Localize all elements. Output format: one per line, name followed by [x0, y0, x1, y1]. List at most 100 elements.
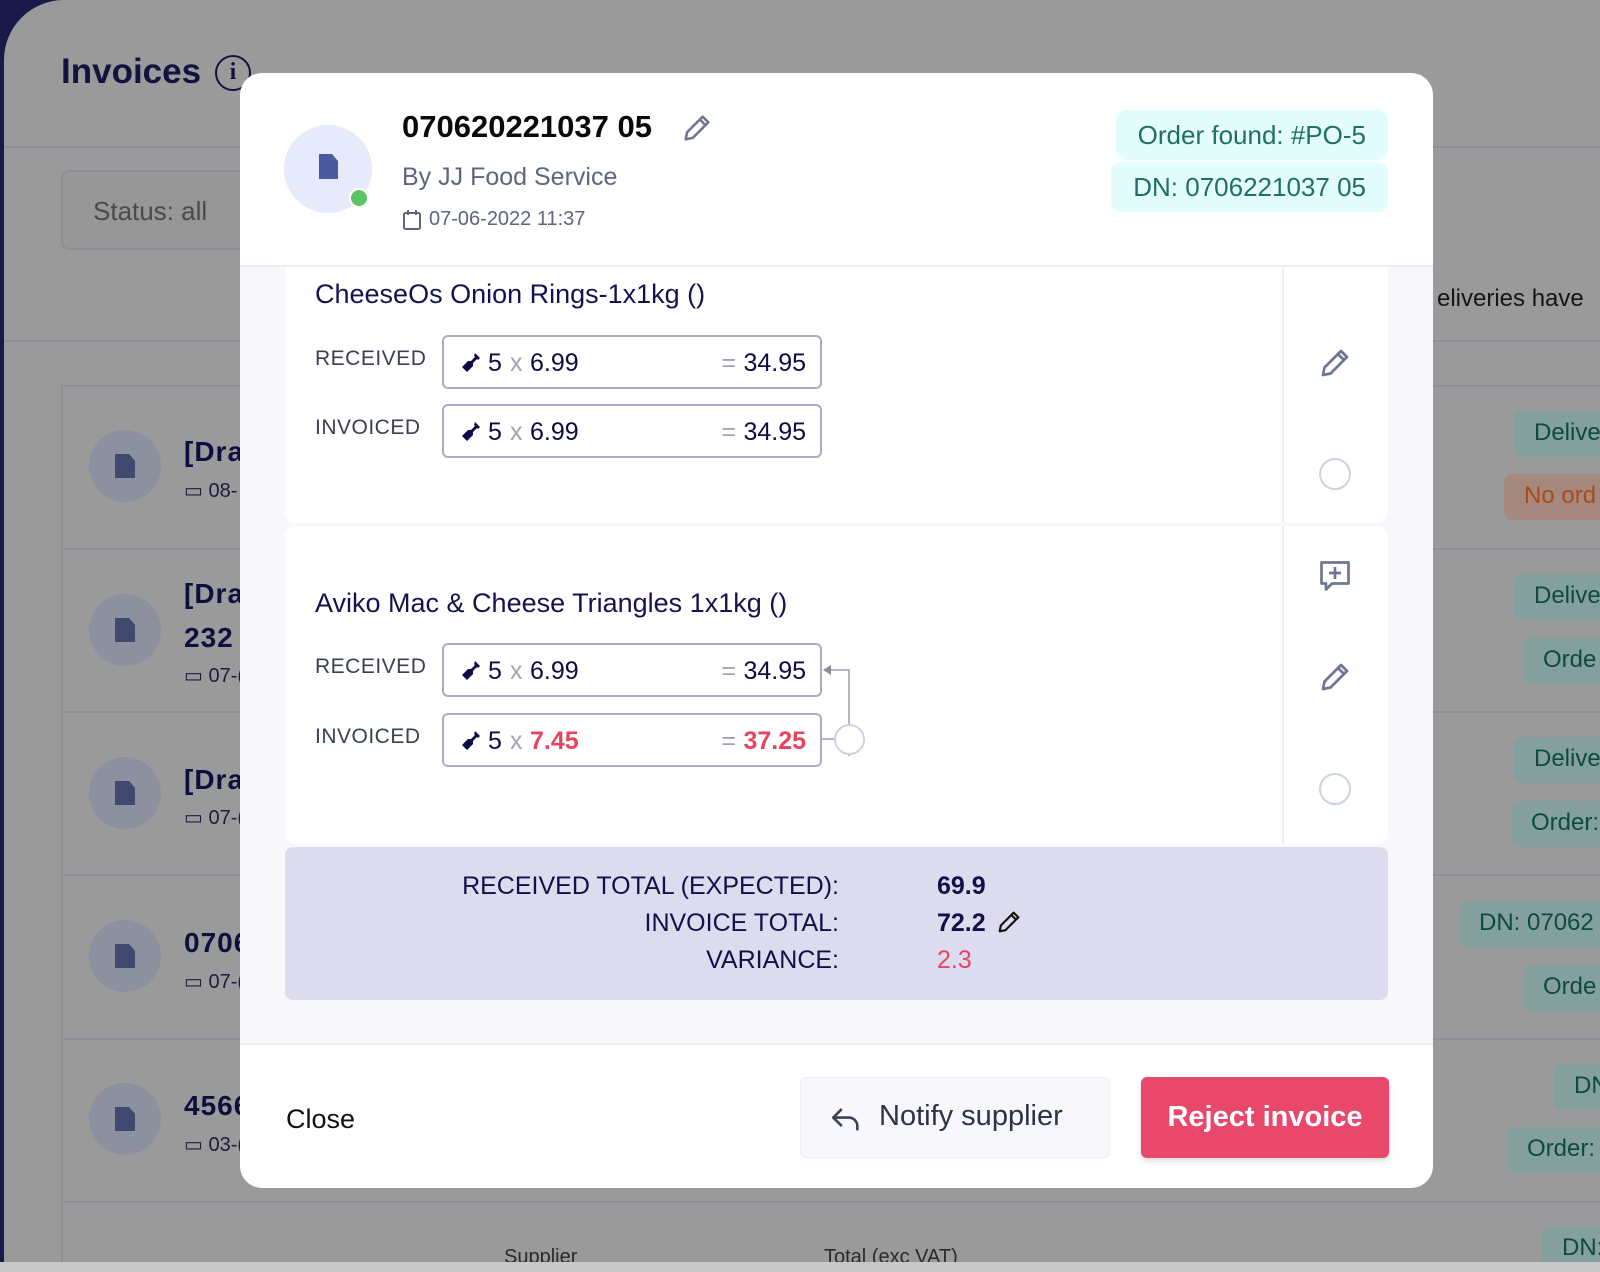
approve-radio[interactable]	[1319, 773, 1351, 805]
avatar	[89, 594, 161, 666]
status-badge: Orde	[1523, 638, 1600, 684]
unit-price-mismatch: 7.45	[530, 727, 579, 755]
item-name: Aviko Mac & Cheese Triangles 1x1kg ()	[315, 588, 788, 618]
row-date-text: 07-(	[208, 807, 245, 829]
invoice-total-label: INVOICE TOTAL:	[644, 909, 840, 937]
bottle-icon	[462, 661, 480, 680]
row-date: ▭ 07-(	[184, 971, 245, 993]
invoice-avatar	[284, 125, 372, 213]
notify-supplier-button[interactable]: Notify supplier	[800, 1077, 1110, 1158]
row-date-text: 07-(	[208, 971, 245, 993]
document-icon	[115, 1107, 135, 1131]
row-title[interactable]: [Dra	[184, 578, 244, 610]
row-date-text: 03-(	[208, 1134, 245, 1156]
invoiced-label: INVOICED	[315, 725, 421, 748]
unit-price: 6.99	[530, 418, 579, 446]
document-icon	[115, 781, 135, 805]
received-label: RECEIVED	[315, 655, 427, 678]
bottle-icon	[462, 731, 480, 750]
reply-arrow-icon	[831, 1108, 859, 1131]
invoice-items-scroll[interactable]: CheeseOs Onion Rings-1x1kg () RECEIVED 5…	[240, 265, 1433, 1045]
invoice-total-value: 72.2	[937, 909, 986, 937]
avatar	[89, 1083, 161, 1155]
equals-sign: =	[721, 727, 736, 755]
status-badge: DN	[1554, 1064, 1600, 1110]
document-icon	[115, 618, 135, 642]
invoiced-label: INVOICED	[315, 416, 421, 439]
reject-invoice-button[interactable]: Reject invoice	[1141, 1077, 1389, 1158]
received-total-value: 69.9	[937, 872, 986, 900]
variance-label: VARIANCE:	[706, 946, 839, 974]
equals-sign: =	[721, 418, 736, 446]
quantity: 5	[488, 727, 502, 755]
invoice-date: 07-06-2022 11:37	[429, 208, 586, 230]
received-total-label: RECEIVED TOTAL (EXPECTED):	[462, 872, 839, 900]
line-item-card: Aviko Mac & Cheese Triangles 1x1kg () RE…	[285, 526, 1388, 844]
times-sign: x	[510, 727, 523, 755]
close-button[interactable]: Close	[286, 1104, 355, 1135]
invoice-number: 070620221037 05	[402, 109, 652, 144]
notify-supplier-label: Notify supplier	[879, 1100, 1063, 1132]
invoice-modal: 070620221037 05 By JJ Food Service 07-06…	[240, 73, 1433, 1188]
status-badge: Delive	[1514, 574, 1600, 620]
row-date: ▭ 03-(	[184, 1134, 245, 1156]
totals-summary: RECEIVED TOTAL (EXPECTED): 69.9 INVOICE …	[285, 847, 1388, 1000]
edit-pencil-icon[interactable]	[1317, 659, 1353, 695]
edit-pencil-icon[interactable]	[680, 111, 714, 145]
row-title[interactable]: [Dra	[184, 436, 244, 468]
quantity: 5	[488, 349, 502, 377]
supplier-name: By JJ Food Service	[402, 163, 618, 191]
invoiced-quantity-field[interactable]: 5 x 6.99 = 34.95	[442, 404, 822, 458]
variance-value: 2.3	[937, 946, 972, 974]
avatar	[89, 430, 161, 502]
calendar-icon	[403, 210, 421, 230]
received-quantity-field[interactable]: 5 x 6.99 = 34.95	[442, 643, 822, 697]
quantity: 5	[488, 657, 502, 685]
window-bottom-edge	[0, 1262, 1600, 1272]
line-total: 34.95	[743, 349, 806, 377]
unit-price: 6.99	[530, 349, 579, 377]
card-divider	[1282, 526, 1284, 844]
quantity: 5	[488, 418, 502, 446]
status-badge: Orde	[1523, 965, 1600, 1011]
edit-pencil-icon[interactable]	[1317, 345, 1353, 381]
item-name: CheeseOs Onion Rings-1x1kg ()	[315, 279, 706, 309]
times-sign: x	[510, 657, 523, 685]
equals-sign: =	[721, 657, 736, 685]
row-date-text: 08-	[208, 480, 238, 502]
delivery-note-badge[interactable]: DN: 0706221037 05	[1111, 162, 1388, 212]
edit-total-pencil-icon[interactable]	[995, 908, 1023, 936]
approve-radio[interactable]	[1319, 458, 1351, 490]
status-badge: No ord	[1504, 474, 1600, 520]
add-comment-icon[interactable]	[1317, 558, 1353, 594]
line-total: 34.95	[743, 657, 806, 685]
row-divider	[64, 1201, 1600, 1203]
invoiced-quantity-field[interactable]: 5 x 7.45 = 37.25	[442, 713, 822, 767]
times-sign: x	[510, 418, 523, 446]
row-date: ▭ 08-	[184, 480, 238, 502]
order-found-badge[interactable]: Order found: #PO-5	[1115, 110, 1388, 160]
unit-price: 6.99	[530, 657, 579, 685]
accept-price-radio[interactable]	[834, 724, 865, 755]
line-total: 34.95	[743, 418, 806, 446]
document-icon	[115, 944, 135, 968]
notice-text: eliveries have	[1437, 285, 1584, 312]
card-divider	[1282, 267, 1284, 523]
bottle-icon	[462, 353, 480, 372]
status-badge: Delive	[1514, 411, 1600, 457]
row-date: ▭ 07-(	[184, 807, 245, 829]
avatar	[89, 920, 161, 992]
status-badge: Order:	[1507, 1127, 1600, 1173]
status-badge: Delive	[1514, 737, 1600, 783]
row-date: ▭ 07-(	[184, 665, 245, 687]
row-date-text: 07-(	[208, 665, 245, 687]
equals-sign: =	[721, 349, 736, 377]
bottle-icon	[462, 422, 480, 441]
received-quantity-field[interactable]: 5 x 6.99 = 34.95	[442, 335, 822, 389]
received-label: RECEIVED	[315, 347, 427, 370]
status-badge: DN: 07062	[1459, 901, 1600, 947]
status-badge: Order:	[1511, 801, 1600, 847]
status-filter[interactable]: Status: all	[61, 170, 261, 250]
page-title: Invoices	[61, 52, 202, 91]
row-title[interactable]: [Dra	[184, 764, 244, 796]
